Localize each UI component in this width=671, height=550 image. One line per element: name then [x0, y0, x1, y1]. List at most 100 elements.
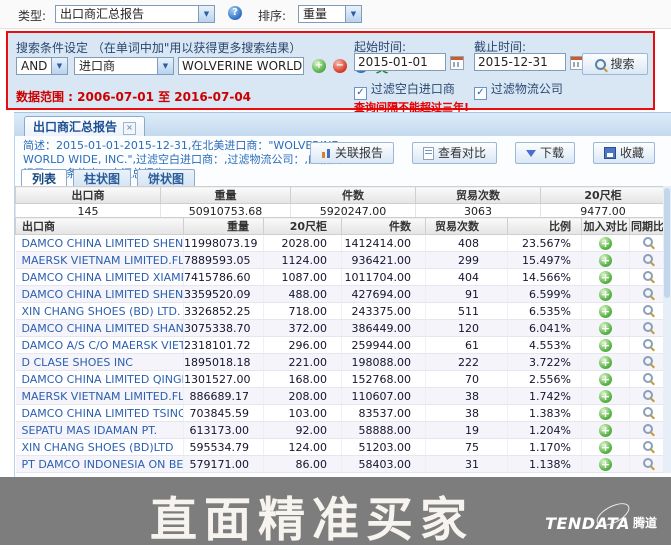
yoy-search-icon[interactable]: [643, 305, 653, 315]
boolean-operator-select[interactable]: AND ▼: [16, 57, 68, 75]
chevron-down-icon[interactable]: ▼: [51, 58, 67, 74]
search-button[interactable]: 搜索: [582, 53, 648, 75]
yoy-search-icon[interactable]: [643, 254, 653, 264]
sort-select[interactable]: 重量 ▼: [298, 5, 362, 23]
yoy-search-icon[interactable]: [643, 390, 653, 400]
add-compare-icon[interactable]: +: [599, 356, 612, 369]
exporter-name-link[interactable]: D CLASE SHOES INC: [16, 354, 184, 371]
totals-header-cell: 件数: [291, 187, 416, 204]
exporter-name-link[interactable]: MAERSK VIETNAM LIMITED.FLOOR 3-4-: [16, 388, 184, 405]
add-compare-cell: +: [582, 439, 630, 456]
yoy-search-icon[interactable]: [643, 271, 653, 281]
exporter-name-link[interactable]: MAERSK VIETNAM LIMITED.FLOOR 3-4-5,: [16, 252, 184, 269]
type-label: 类型:: [18, 7, 46, 24]
report-type-select[interactable]: 出口商汇总报告 ▼: [55, 5, 215, 23]
search-field-select[interactable]: 进口商 ▼: [74, 57, 174, 75]
download-button[interactable]: 下载: [515, 142, 575, 164]
trades-cell: 19: [426, 422, 508, 439]
add-compare-cell: +: [582, 235, 630, 252]
related-report-icon: [321, 148, 331, 158]
add-compare-icon[interactable]: +: [599, 390, 612, 403]
yoy-search-icon[interactable]: [643, 407, 653, 417]
view-compare-button[interactable]: 查看对比: [412, 142, 497, 164]
exporter-name-link[interactable]: SEPATU MAS IDAMAN PT.: [16, 422, 184, 439]
add-compare-icon[interactable]: +: [599, 339, 612, 352]
pieces-cell: 83537.00: [342, 405, 426, 422]
add-compare-icon[interactable]: +: [599, 373, 612, 386]
weight-cell: 7415786.60: [184, 269, 264, 286]
add-compare-icon[interactable]: +: [599, 305, 612, 318]
add-compare-icon[interactable]: +: [599, 458, 612, 471]
table-row: PT DAMCO INDONESIA ON BEHALF OF579171.00…: [16, 456, 666, 473]
yoy-cell: [630, 456, 666, 473]
exporter-name-link[interactable]: DAMCO CHINA LIMITED SHENZHEN BRA...: [16, 235, 184, 252]
teu-cell: 296.00: [264, 337, 342, 354]
vertical-scrollbar[interactable]: [663, 186, 671, 473]
yoy-cell: [630, 303, 666, 320]
yoy-cell: [630, 439, 666, 456]
help-icon[interactable]: ?: [228, 6, 242, 20]
ratio-cell: 23.567%: [508, 235, 582, 252]
scrollbar-thumb[interactable]: [664, 188, 670, 298]
yoy-search-icon[interactable]: [643, 356, 653, 366]
yoy-search-icon[interactable]: [643, 322, 653, 332]
end-date-input[interactable]: 2015-12-31: [474, 53, 566, 71]
add-compare-icon[interactable]: +: [599, 288, 612, 301]
exporter-name-link[interactable]: XIN CHANG SHOES (BD)LTD: [16, 439, 184, 456]
weight-cell: 3359520.09: [184, 286, 264, 303]
yoy-search-icon[interactable]: [643, 237, 653, 247]
weight-cell: 11998073.19: [184, 235, 264, 252]
exporter-name-link[interactable]: DAMCO CHINA LIMITED QINGDAO BRAN...: [16, 371, 184, 388]
yoy-search-icon[interactable]: [643, 458, 653, 468]
add-compare-icon[interactable]: +: [599, 424, 612, 437]
add-compare-icon[interactable]: +: [599, 271, 612, 284]
exporter-name-link[interactable]: DAMCO CHINA LIMITED SHENZHEN BRAN: [16, 286, 184, 303]
yoy-cell: [630, 354, 666, 371]
pieces-cell: 1011704.00: [342, 269, 426, 286]
yoy-search-icon[interactable]: [643, 288, 653, 298]
exporter-name-link[interactable]: PT DAMCO INDONESIA ON BEHALF OF: [16, 456, 184, 473]
remove-condition-icon[interactable]: −: [333, 59, 347, 73]
yoy-search-icon[interactable]: [643, 339, 653, 349]
exporter-name-link[interactable]: DAMCO A/S C/O MAERSK VIETNAM LTD.,: [16, 337, 184, 354]
add-condition-icon[interactable]: +: [312, 59, 326, 73]
table-row: MAERSK VIETNAM LIMITED.FLOOR 3-4-5,78895…: [16, 252, 666, 269]
chevron-down-icon[interactable]: ▼: [345, 6, 361, 22]
exporter-header-cell: 重量: [184, 218, 264, 235]
add-compare-icon[interactable]: +: [599, 237, 612, 250]
yoy-cell: [630, 405, 666, 422]
add-compare-icon[interactable]: +: [599, 441, 612, 454]
exporter-name-link[interactable]: XIN CHANG SHOES (BD) LTD.: [16, 303, 184, 320]
exporter-table-body: DAMCO CHINA LIMITED SHENZHEN BRA...11998…: [16, 235, 666, 473]
exporter-name-link[interactable]: DAMCO CHINA LIMITED TSINGTAO BRA...: [16, 405, 184, 422]
chevron-down-icon[interactable]: ▼: [157, 58, 173, 74]
yoy-search-icon[interactable]: [643, 441, 653, 451]
add-compare-icon[interactable]: +: [599, 322, 612, 335]
calendar-icon[interactable]: [450, 56, 464, 70]
related-report-button[interactable]: 关联报告: [310, 142, 394, 164]
yoy-search-icon[interactable]: [643, 373, 653, 383]
chevron-down-icon[interactable]: ▼: [198, 6, 214, 22]
keyword-input[interactable]: WOLVERINE WORLD: [178, 57, 304, 75]
favorite-button[interactable]: 收藏: [593, 142, 655, 164]
table-row: DAMCO CHINA LIMITED QINGDAO BRAN...13015…: [16, 371, 666, 388]
ratio-cell: 1.138%: [508, 456, 582, 473]
exporter-table-header-row: 出口商重量20尺柜件数贸易次数比例加入对比同期比: [16, 218, 666, 235]
teu-cell: 86.00: [264, 456, 342, 473]
close-icon[interactable]: ×: [123, 122, 136, 135]
weight-cell: 886689.17: [184, 388, 264, 405]
table-row: DAMCO CHINA LIMITED TSINGTAO BRA...70384…: [16, 405, 666, 422]
add-compare-icon[interactable]: +: [599, 407, 612, 420]
start-date-input[interactable]: 2015-01-01: [354, 53, 446, 71]
exporter-name-link[interactable]: DAMCO CHINA LIMITED SHANGHAI BRA...: [16, 320, 184, 337]
add-compare-icon[interactable]: +: [599, 254, 612, 267]
yoy-search-icon[interactable]: [643, 424, 653, 434]
filter-logistics-checkbox[interactable]: ✓: [474, 87, 487, 100]
trades-cell: 408: [426, 235, 508, 252]
teu-cell: 168.00: [264, 371, 342, 388]
filter-blank-checkbox-row: ✓ 过滤空白进口商: [354, 80, 455, 94]
exporter-header-cell: 比例: [508, 218, 582, 235]
table-row: D CLASE SHOES INC1895018.18221.00198088.…: [16, 354, 666, 371]
exporter-name-link[interactable]: DAMCO CHINA LIMITED XIAMEN BRANCH: [16, 269, 184, 286]
tab-exporter-summary-report[interactable]: 出口商汇总报告×: [24, 116, 145, 138]
